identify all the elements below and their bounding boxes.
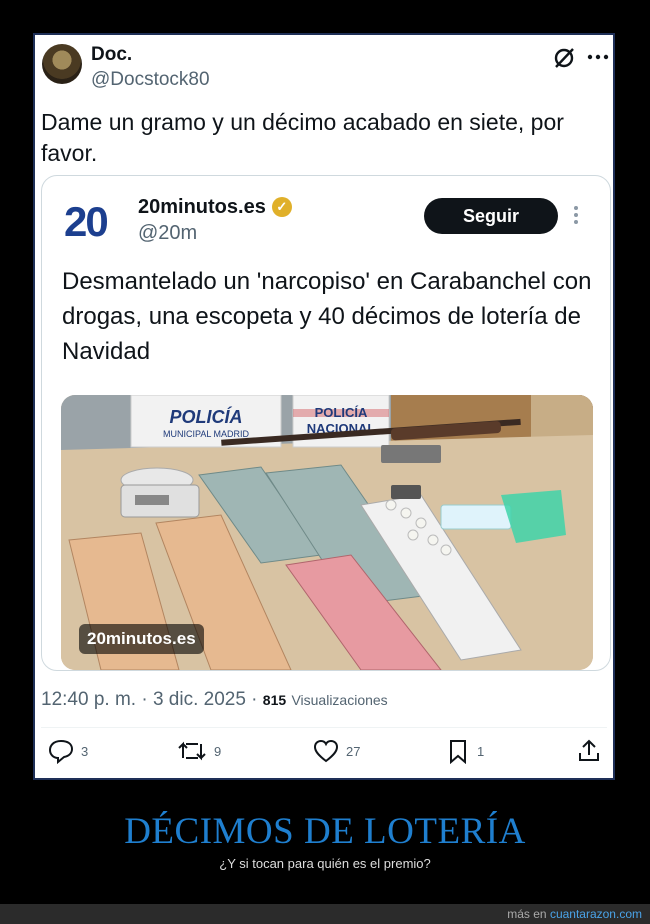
tweet-meta: 12:40 p. m. · 3 dic. 2025 · 815 Visualiz… (41, 689, 388, 711)
views-label: Visualizaciones (291, 692, 388, 708)
retweet-icon (178, 741, 206, 761)
sign-left-title: POLICÍA (169, 406, 242, 427)
views-count: 815 (262, 692, 287, 708)
footer-credit: más en cuantarazon.com (507, 907, 642, 921)
quoted-tweet[interactable]: 20 20minutos.es ✓ @20m Seguir Desmantelad… (41, 175, 611, 671)
retweet-button[interactable]: 9 (176, 738, 221, 764)
sign-left-subtitle: MUNICIPAL MADRID (163, 429, 250, 439)
author-handle[interactable]: @Docstock80 (91, 69, 210, 91)
caption-title: DÉCIMOS DE LOTERÍA (124, 811, 526, 852)
reply-icon (48, 739, 74, 764)
tweet-card: Doc. @Docstock80 Dame un gramo y un déci… (33, 33, 615, 780)
like-count: 27 (346, 743, 361, 759)
verified-icon: ✓ (271, 197, 292, 217)
grok-icon[interactable] (551, 45, 577, 76)
quote-logo[interactable]: 20 (64, 198, 109, 246)
like-button[interactable]: 27 (312, 738, 360, 764)
bookmark-button[interactable]: 1 (445, 738, 484, 764)
bookmark-icon (450, 740, 466, 764)
sign-right-title: POLICÍA (315, 405, 368, 420)
photo-source-badge: 20minutos.es (79, 624, 204, 654)
follow-button[interactable]: Seguir (424, 198, 558, 234)
tweet-text: Dame un gramo y un décimo acabado en sie… (41, 109, 564, 166)
divider (41, 727, 607, 728)
more-icon[interactable] (586, 47, 610, 72)
kebab-icon[interactable] (572, 204, 580, 231)
reply-button[interactable]: 3 (47, 738, 88, 764)
reply-count: 3 (81, 743, 89, 759)
share-icon (579, 739, 599, 761)
footer-bar: más en cuantarazon.com (0, 904, 650, 924)
bookmark-count: 1 (477, 743, 485, 759)
quote-photo[interactable]: POLICÍA MUNICIPAL MADRID POLICÍA NACIONA… (61, 395, 593, 670)
quote-text: Desmantelado un 'narcopiso' en Carabanch… (62, 268, 592, 365)
footer-site-link[interactable]: cuantarazon.com (550, 907, 642, 921)
like-icon (313, 739, 339, 763)
retweet-count: 9 (214, 743, 222, 759)
timestamp[interactable]: 12:40 p. m. · 3 dic. 2025 · (41, 689, 258, 710)
quote-author-handle[interactable]: @20m (138, 222, 197, 245)
share-button[interactable] (576, 738, 602, 764)
author-name[interactable]: Doc. (91, 44, 132, 66)
footer-prefix: más en (507, 907, 550, 921)
caption-subtitle: ¿Y si tocan para quién es el premio? (219, 856, 431, 871)
quote-author-name[interactable]: 20minutos.es ✓ (138, 196, 292, 219)
quote-author-name-text[interactable]: 20minutos.es (138, 196, 266, 218)
avatar[interactable] (42, 44, 82, 84)
